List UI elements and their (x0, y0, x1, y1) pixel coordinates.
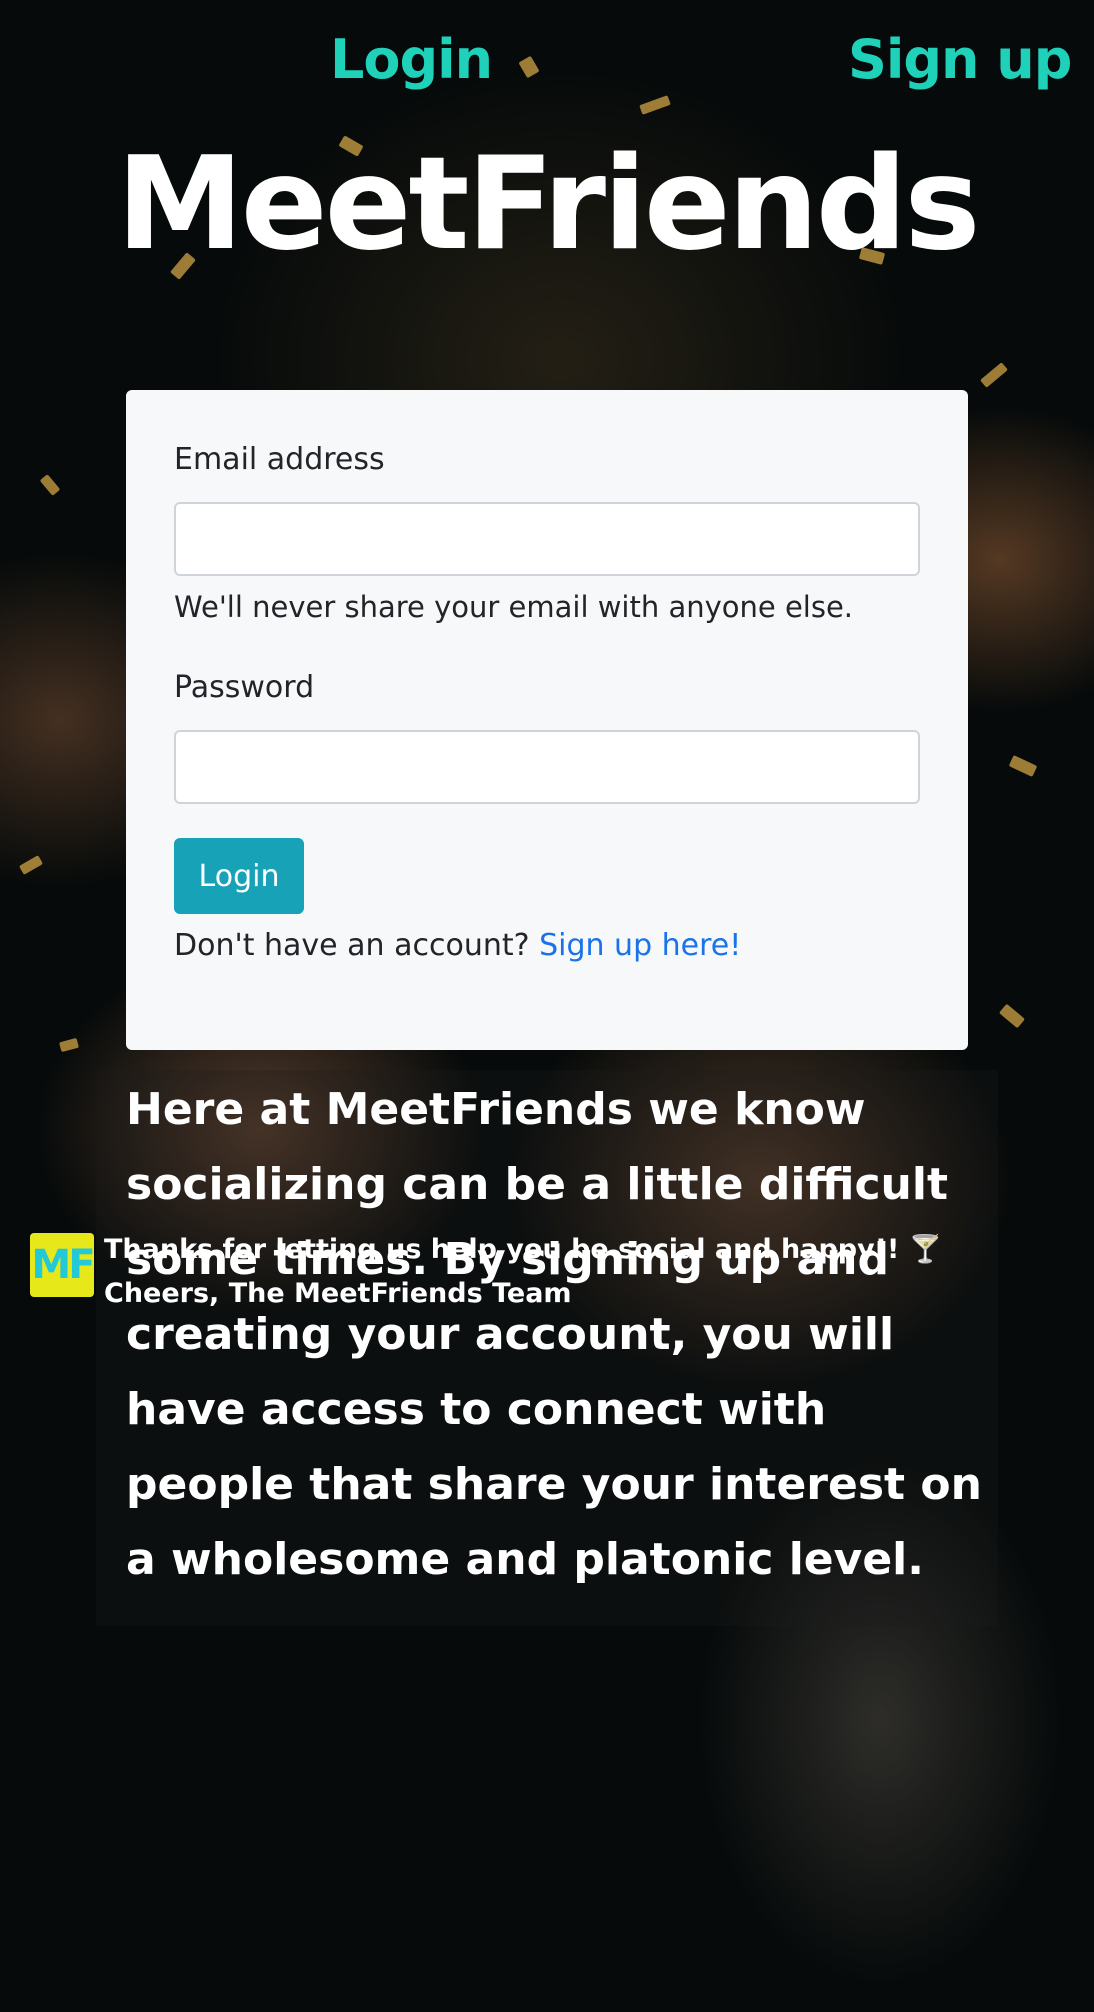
email-label: Email address (174, 442, 385, 477)
password-field[interactable] (174, 730, 920, 804)
signup-prompt: Don't have an account? Sign up here! (174, 928, 741, 963)
about-text: Here at MeetFriends we know socializing … (126, 1084, 982, 1585)
email-help-text: We'll never share your email with anyone… (174, 590, 854, 624)
nav-login-link[interactable]: Login (330, 28, 493, 91)
signup-link[interactable]: Sign up here! (539, 928, 741, 963)
email-field[interactable] (174, 502, 920, 576)
footer-message: Thanks for letting us help you be social… (104, 1234, 943, 1309)
login-card: Email address We'll never share your ema… (126, 390, 968, 1050)
brand-title: MeetFriends (116, 130, 980, 279)
password-label: Password (174, 670, 315, 705)
nav-signup-link[interactable]: Sign up (848, 28, 1072, 91)
footer-logo: MF (30, 1233, 94, 1297)
signup-prompt-text: Don't have an account? (174, 928, 540, 963)
login-button[interactable]: Login (174, 838, 304, 914)
